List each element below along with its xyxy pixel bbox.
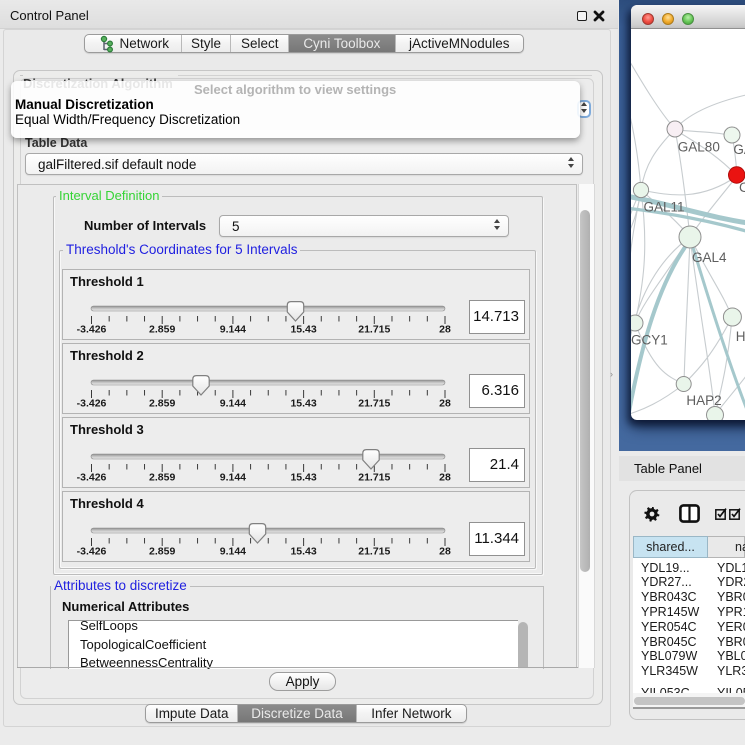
svg-text:15.43: 15.43 (290, 472, 316, 484)
svg-text:-3.426: -3.426 (77, 324, 107, 336)
svg-text:9.144: 9.144 (220, 324, 246, 336)
svg-text:28: 28 (439, 324, 451, 336)
svg-text:2.859: 2.859 (149, 546, 175, 558)
svg-text:21.715: 21.715 (358, 472, 390, 484)
svg-text:28: 28 (439, 546, 451, 558)
svg-text:GCY1: GCY1 (631, 332, 668, 347)
svg-text:GAL11: GAL11 (644, 200, 685, 215)
svg-text:9.144: 9.144 (220, 398, 246, 410)
svg-text:H: H (736, 329, 745, 344)
svg-text:28: 28 (439, 472, 451, 484)
svg-text:15.43: 15.43 (290, 398, 316, 410)
svg-text:9.144: 9.144 (220, 472, 246, 484)
svg-text:15.43: 15.43 (290, 324, 316, 336)
svg-text:28: 28 (439, 398, 451, 410)
svg-text:2.859: 2.859 (149, 472, 175, 484)
svg-text:GAL4: GAL4 (692, 250, 727, 265)
svg-text:-3.426: -3.426 (77, 398, 107, 410)
svg-text:HAP2: HAP2 (686, 393, 721, 408)
svg-text:-3.426: -3.426 (77, 546, 107, 558)
svg-text:21.715: 21.715 (358, 324, 390, 336)
svg-text:GA: GA (733, 142, 745, 157)
svg-text:GAL80: GAL80 (678, 139, 720, 154)
svg-text:2.859: 2.859 (149, 324, 175, 336)
svg-text:-3.426: -3.426 (77, 472, 107, 484)
svg-text:21.715: 21.715 (358, 398, 390, 410)
svg-text:15.43: 15.43 (290, 546, 316, 558)
svg-text:C: C (739, 180, 745, 195)
svg-text:9.144: 9.144 (220, 546, 246, 558)
svg-text:2.859: 2.859 (149, 398, 175, 410)
svg-text:21.715: 21.715 (358, 546, 390, 558)
